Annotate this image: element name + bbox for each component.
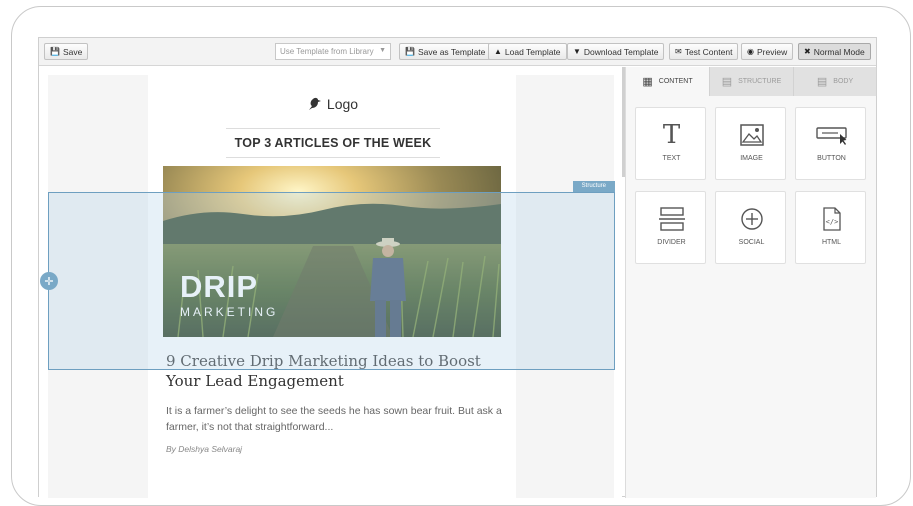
logo[interactable]: Logo — [148, 95, 516, 113]
structure-label[interactable]: Structure — [572, 181, 615, 192]
divider-icon — [636, 207, 707, 231]
body-icon: ▤ — [816, 76, 828, 88]
button-icon — [796, 123, 867, 147]
toolbar: 💾 Save Use Template from Library ▼ 💾 Sav… — [39, 38, 876, 66]
download-template-button[interactable]: ▼ Download Template — [567, 43, 665, 60]
save-as-template-button[interactable]: 💾 Save as Template — [399, 43, 492, 60]
tab-content[interactable]: ▦ CONTENT — [626, 67, 710, 96]
close-icon: ✖ — [804, 46, 811, 56]
bird-icon — [308, 97, 321, 110]
email-headline[interactable]: TOP 3 ARTICLES OF THE WEEK — [226, 128, 440, 158]
block-image[interactable]: IMAGE — [715, 107, 786, 180]
normal-mode-button[interactable]: ✖ Normal Mode — [798, 43, 871, 60]
selected-structure-row[interactable]: Structure ✛ — [40, 181, 615, 370]
article-author: By Delshya Selvaraj — [166, 444, 243, 454]
tab-structure[interactable]: ▤ STRUCTURE — [710, 67, 794, 96]
email-editor: 💾 Save Use Template from Library ▼ 💾 Sav… — [38, 37, 877, 498]
grid-icon: ▦ — [642, 76, 653, 88]
block-social[interactable]: SOCIAL — [715, 191, 786, 264]
floppy-icon: 💾 — [405, 46, 415, 56]
rows-icon: ▤ — [721, 76, 733, 88]
social-icon — [716, 207, 787, 231]
move-handle-icon[interactable]: ✛ — [40, 272, 58, 290]
block-html[interactable]: </> HTML — [795, 191, 866, 264]
html-icon: </> — [796, 207, 867, 231]
eye-icon: ◉ — [747, 46, 754, 56]
test-content-button[interactable]: ✉ Test Content — [669, 43, 739, 60]
preview-button[interactable]: ◉ Preview — [741, 43, 794, 60]
panel-tabs: ▦ CONTENT ▤ STRUCTURE ▤ BODY — [626, 67, 877, 96]
floppy-icon: 💾 — [50, 46, 60, 56]
download-icon: ▼ — [573, 46, 581, 56]
svg-text:</>: </> — [825, 218, 838, 226]
envelope-icon: ✉ — [675, 46, 682, 56]
chevron-down-icon: ▼ — [379, 47, 386, 54]
block-text[interactable]: T TEXT — [635, 107, 706, 180]
block-button[interactable]: BUTTON — [795, 107, 866, 180]
block-divider[interactable]: DIVIDER — [635, 191, 706, 264]
tab-body[interactable]: ▤ BODY — [794, 67, 877, 96]
save-button[interactable]: 💾 Save — [44, 43, 89, 60]
upload-icon: ▲ — [494, 46, 502, 56]
blocks-panel: ▦ CONTENT ▤ STRUCTURE ▤ BODY T TEXT IMAG… — [625, 67, 877, 498]
email-canvas: Logo TOP 3 ARTICLES OF THE WEEK DRIP MAR… — [39, 67, 622, 498]
image-icon — [716, 123, 787, 147]
article-excerpt[interactable]: It is a farmer’s delight to see the seed… — [166, 403, 506, 435]
template-library-select[interactable]: Use Template from Library ▼ — [275, 43, 391, 60]
text-icon: T — [662, 120, 681, 150]
load-template-button[interactable]: ▲ Load Template — [488, 43, 567, 60]
